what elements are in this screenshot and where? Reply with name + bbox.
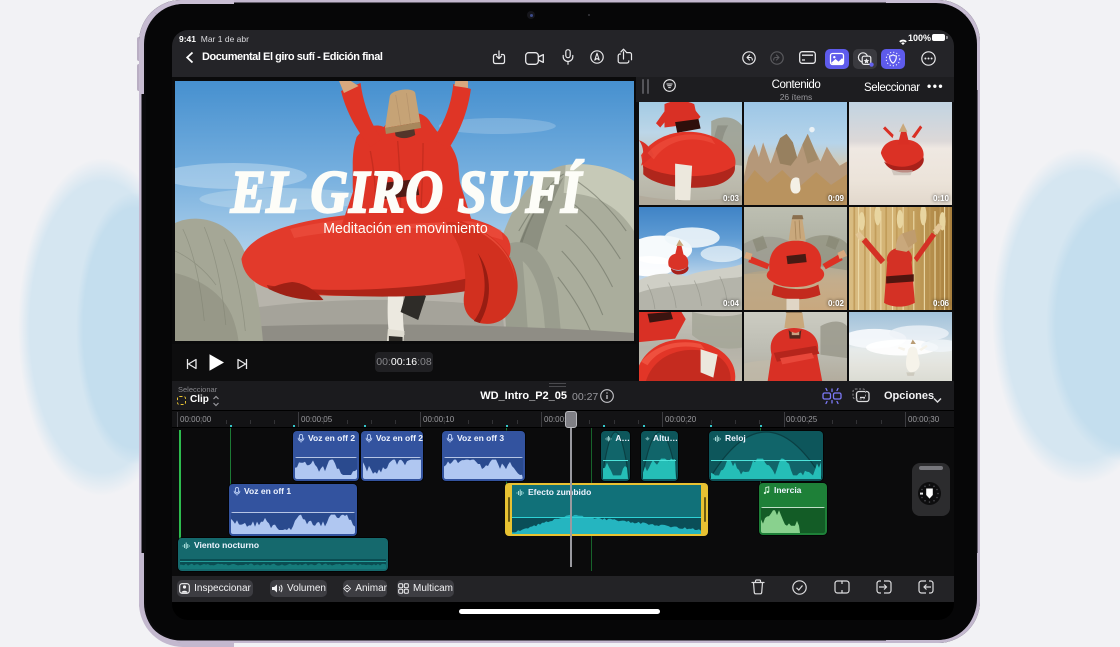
- svg-text:EL GIRO SUFÍ: EL GIRO SUFÍ: [230, 160, 584, 226]
- svg-text:Meditación en movimiento: Meditación en movimiento: [323, 221, 487, 237]
